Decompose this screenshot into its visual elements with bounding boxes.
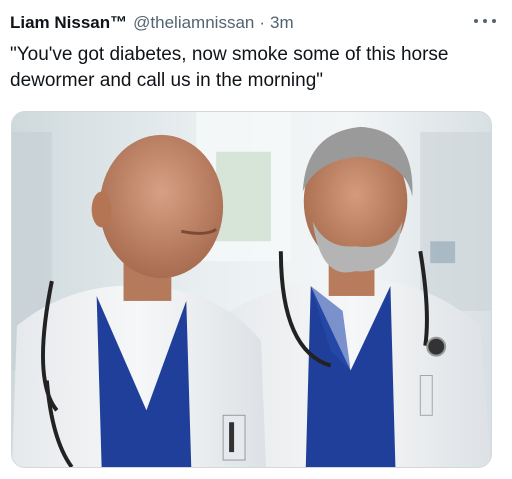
dot [474, 19, 478, 23]
window-greenery [216, 151, 271, 242]
tweet-timestamp[interactable]: 3m [270, 13, 294, 33]
author-handle[interactable]: @theliamnissan [133, 13, 254, 33]
separator-dot: · [259, 13, 266, 32]
tweet-text: "You've got diabetes, now smoke some of … [10, 44, 449, 91]
shelf [420, 131, 491, 311]
dot [492, 19, 496, 23]
author-display-name[interactable]: Liam Nissan™ [10, 13, 127, 33]
doctors-photo-illustration [12, 112, 491, 467]
more-options-icon[interactable] [474, 14, 496, 28]
left-doctor-head [99, 134, 224, 279]
left-doctor-ear [91, 191, 112, 228]
dot [483, 19, 487, 23]
tweet-header: Liam Nissan™ @theliamnissan · 3m [10, 12, 502, 34]
tweet-card: Liam Nissan™ @theliamnissan · 3m "You've… [0, 0, 512, 479]
tweet-media-photo[interactable] [11, 111, 492, 468]
